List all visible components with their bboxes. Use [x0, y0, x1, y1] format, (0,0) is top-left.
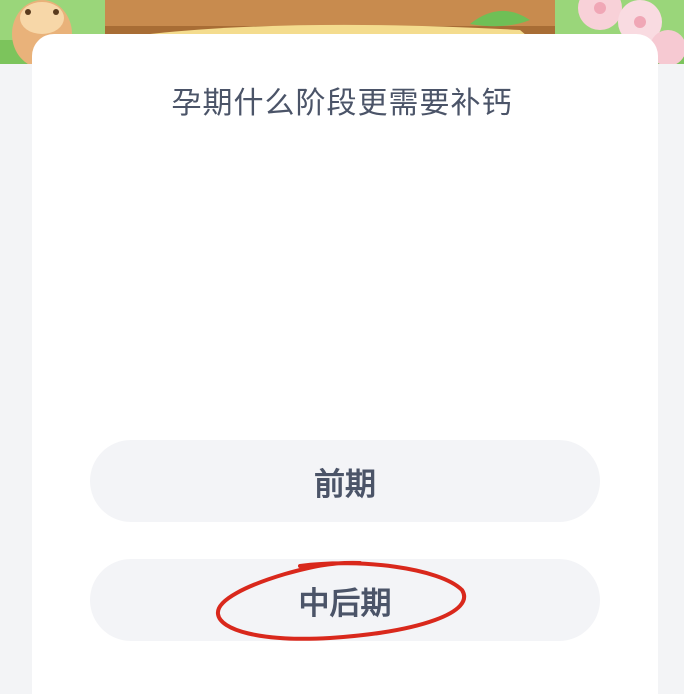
answer-option-early[interactable]: 前期	[90, 440, 600, 522]
answer-option-mid-late[interactable]: 中后期	[90, 559, 600, 641]
answer-option-label: 中后期	[298, 585, 392, 622]
answer-option-label: 前期	[314, 466, 376, 503]
question-text: 孕期什么阶段更需要补钙	[171, 86, 513, 121]
